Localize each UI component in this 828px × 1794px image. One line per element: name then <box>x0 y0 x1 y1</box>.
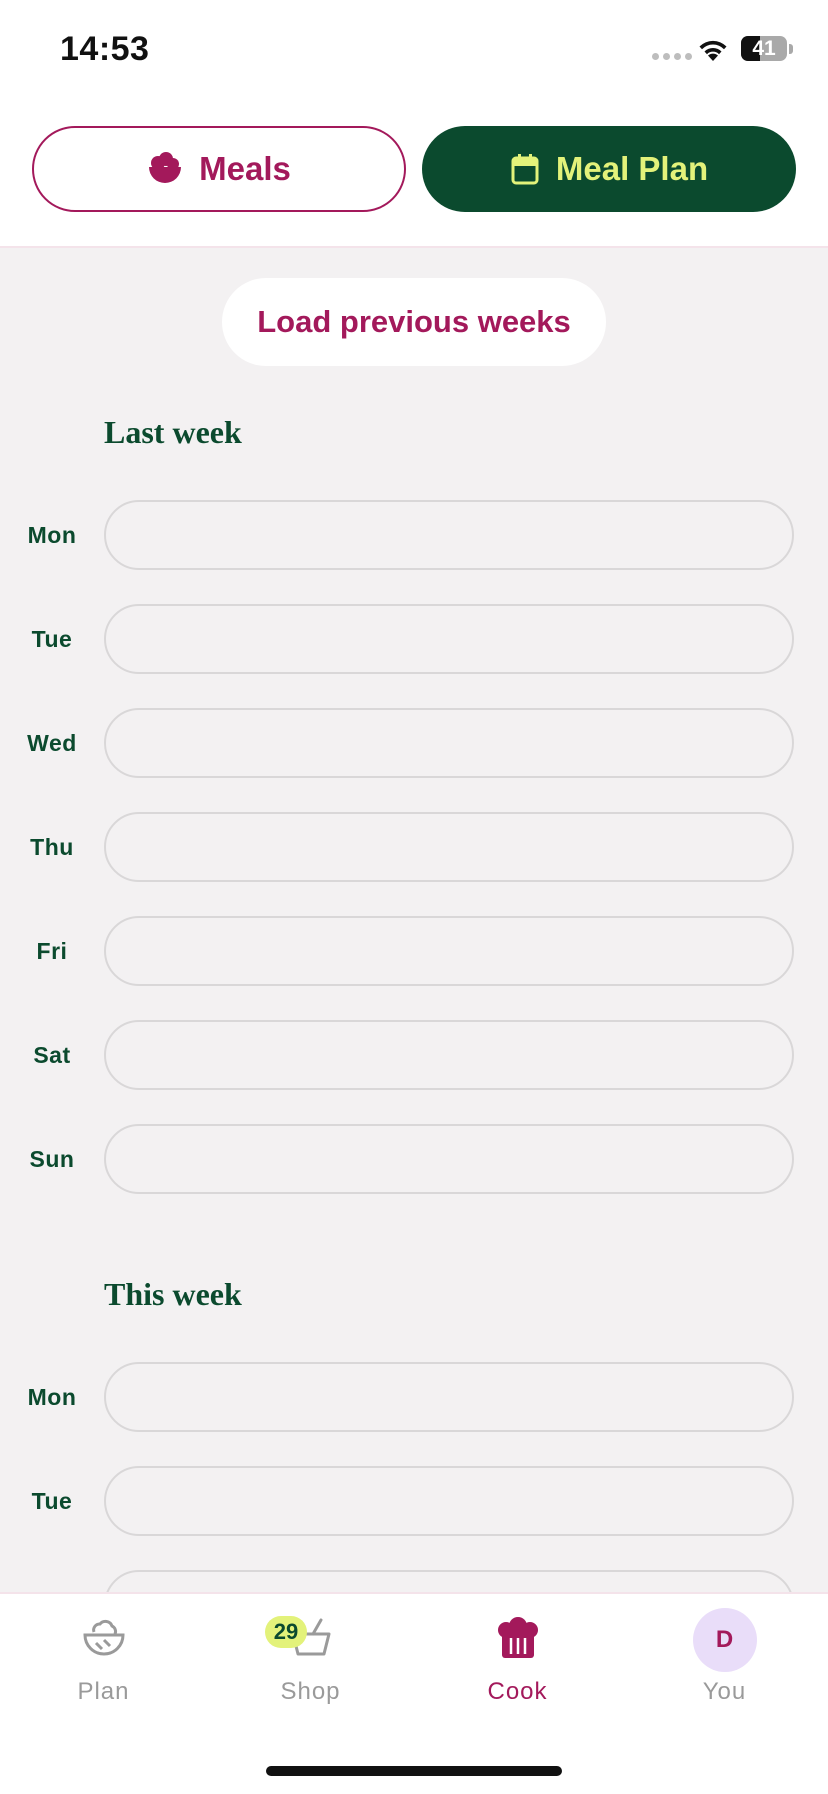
day-label: Sun <box>29 1146 75 1172</box>
salad-bowl-icon <box>149 152 182 183</box>
day-label: Tue <box>31 626 73 652</box>
tab-plan-label: Plan <box>77 1678 130 1705</box>
tab-you[interactable]: D You <box>621 1594 828 1724</box>
day-label: Tue <box>31 1488 73 1514</box>
meal-slot-tue[interactable] <box>104 604 794 674</box>
day-label: Wed <box>27 730 77 756</box>
home-indicator <box>266 1766 562 1776</box>
day-label: Mon <box>27 1384 77 1410</box>
meal-slot-mon[interactable] <box>104 1362 794 1432</box>
battery-percent: 41 <box>752 37 776 60</box>
battery-icon: 41 <box>741 36 787 61</box>
meal-plan-tab-button[interactable]: Meal Plan <box>422 126 796 212</box>
meal-plan-tab-label: Meal Plan <box>555 150 709 187</box>
tab-you-label: You <box>702 1678 747 1705</box>
meal-slot-sun[interactable] <box>104 1124 794 1194</box>
salad-bowl-icon <box>82 1619 125 1656</box>
bottom-tab-bar: Plan 29 Shop Cook D You <box>0 1592 828 1794</box>
meal-slot-mon[interactable] <box>104 500 794 570</box>
meal-slot-tue[interactable] <box>104 1466 794 1536</box>
status-time: 14:53 <box>60 30 150 68</box>
meals-tab-button[interactable]: Meals <box>32 126 406 212</box>
tab-cook[interactable]: Cook <box>414 1594 621 1724</box>
week-title-this: This week <box>104 1276 242 1312</box>
day-label: Thu <box>30 834 74 860</box>
meal-slot-wed[interactable] <box>104 708 794 778</box>
shop-badge: 29 <box>265 1616 307 1648</box>
day-label: Mon <box>27 522 77 548</box>
meals-tab-label: Meals <box>199 150 291 187</box>
meal-slot-sat[interactable] <box>104 1020 794 1090</box>
tab-plan[interactable]: Plan <box>0 1594 207 1724</box>
cellular-signal-icon <box>652 53 692 60</box>
week-title-last: Last week <box>104 414 242 450</box>
wifi-icon <box>699 40 727 61</box>
load-previous-weeks-button[interactable]: Load previous weeks <box>222 278 606 366</box>
day-label: Sat <box>33 1042 71 1068</box>
chef-hat-icon <box>497 1617 538 1658</box>
day-label: Fri <box>36 938 68 964</box>
avatar: D <box>692 1608 757 1672</box>
status-bar: 14:53 41 <box>0 0 828 100</box>
calendar-icon <box>511 154 539 185</box>
tab-shop[interactable]: 29 Shop <box>207 1594 414 1724</box>
meal-slot-fri[interactable] <box>104 916 794 986</box>
tab-cook-label: Cook <box>487 1678 548 1705</box>
battery-tip <box>789 44 793 54</box>
header-segment-bar: Meals Meal Plan <box>0 100 828 248</box>
tab-shop-label: Shop <box>280 1678 341 1705</box>
meal-slot-thu[interactable] <box>104 812 794 882</box>
